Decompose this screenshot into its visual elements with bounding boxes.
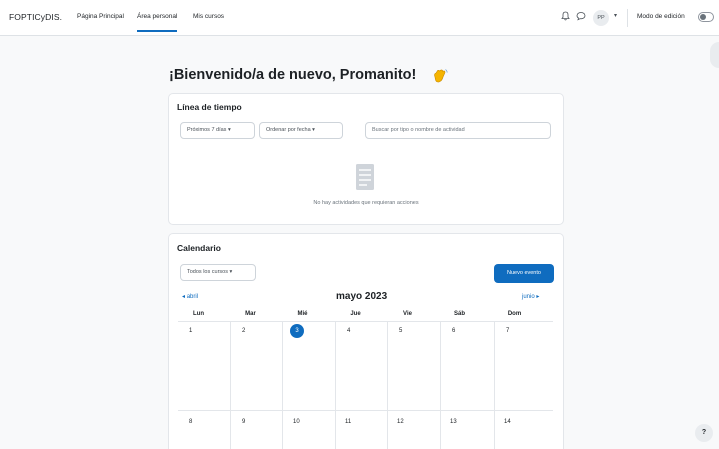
page-title: ¡Bienvenido/a de nuevo, Promanito! (169, 67, 417, 83)
timeline-sort-filter[interactable]: Ordenar por fecha ▾ (259, 122, 343, 139)
weekday-header: Lun (193, 311, 204, 317)
calendar-day[interactable]: 4 (347, 328, 350, 334)
edit-mode-label: Modo de edición (637, 13, 685, 20)
weekday-header: Mar (245, 311, 256, 317)
chevron-down-icon: ▾ (227, 127, 231, 133)
calendar-grid-line (230, 321, 231, 449)
calendar-grid-line (335, 321, 336, 449)
chevron-down-icon: ▾ (229, 269, 233, 275)
edit-mode-toggle[interactable] (698, 12, 714, 22)
timeline-day-filter-value: Próximos 7 días (187, 127, 227, 133)
arrow-right-icon: ▸ (534, 294, 540, 300)
calendar-grid-line (387, 321, 388, 449)
calendar-grid-line (178, 321, 553, 322)
calendar-course-filter-value: Todos los cursos (187, 269, 228, 275)
calendar-day[interactable]: 9 (242, 419, 245, 425)
bell-icon[interactable] (561, 11, 570, 23)
calendar-day[interactable]: 11 (345, 419, 351, 425)
calendar-day[interactable]: 5 (399, 328, 402, 334)
new-event-button[interactable]: Nuevo evento (494, 264, 554, 283)
calendar-day-today[interactable]: 3 (290, 324, 304, 338)
prev-month-link[interactable]: ◂ abril (182, 293, 198, 300)
chevron-down-icon: ▾ (312, 127, 315, 133)
calendar-grid-line (494, 321, 495, 449)
timeline-title: Línea de tiempo (177, 102, 242, 112)
calendar-day[interactable]: 2 (242, 328, 245, 334)
weekday-header: Jue (350, 311, 361, 317)
calendar-day[interactable]: 13 (450, 419, 457, 425)
calendar-day[interactable]: 10 (293, 419, 300, 425)
nav-link-my-courses[interactable]: Mis cursos (193, 13, 224, 20)
weekday-header: Mié (297, 311, 308, 317)
calendar-day[interactable]: 14 (504, 419, 511, 425)
calendar-grid-line (440, 321, 441, 449)
waving-hand-icon (431, 67, 449, 85)
navbar-divider (627, 9, 628, 27)
activity-search-input[interactable]: Buscar por tipo o nombre de actividad (365, 122, 551, 139)
prev-month-label: abril (186, 294, 199, 300)
avatar[interactable]: PP (593, 10, 609, 26)
timeline-sort-filter-value: Ordenar por fecha (266, 127, 311, 133)
top-navbar: FOPTICyDIS. Página Principal Área person… (0, 0, 719, 36)
next-month-link[interactable]: junio ▸ (522, 293, 539, 300)
chat-bubble-icon[interactable] (576, 11, 586, 23)
weekday-header: Vie (403, 311, 412, 317)
nav-link-dashboard[interactable]: Área personal (137, 13, 178, 32)
calendar-grid-line (178, 410, 553, 411)
chevron-down-icon[interactable]: ▾ (614, 12, 617, 19)
site-brand[interactable]: FOPTICyDIS. (9, 12, 62, 22)
calendar-day[interactable]: 1 (189, 328, 192, 334)
timeline-day-filter[interactable]: Próximos 7 días ▾ (180, 122, 255, 139)
nav-link-home[interactable]: Página Principal (77, 13, 124, 20)
help-button[interactable]: ? (695, 424, 713, 442)
weekday-header: Dom (507, 311, 522, 317)
next-month-label: junio (522, 294, 535, 300)
calendar-month-title: mayo 2023 (336, 291, 388, 302)
calendar-day[interactable]: 7 (506, 328, 509, 334)
calendar-day[interactable]: 8 (189, 419, 192, 425)
calendar-day[interactable]: 6 (452, 328, 455, 334)
calendar-title: Calendario (177, 243, 221, 253)
calendar-grid-line (282, 321, 283, 449)
block-drawer-toggle[interactable] (710, 42, 719, 68)
timeline-empty-message: No hay actividades que requieran accione… (313, 200, 419, 206)
weekday-header: Sáb (453, 311, 465, 317)
calendar-day[interactable]: 12 (397, 419, 404, 425)
empty-activities-icon (355, 163, 375, 191)
calendar-course-filter[interactable]: Todos los cursos ▾ (180, 264, 256, 281)
